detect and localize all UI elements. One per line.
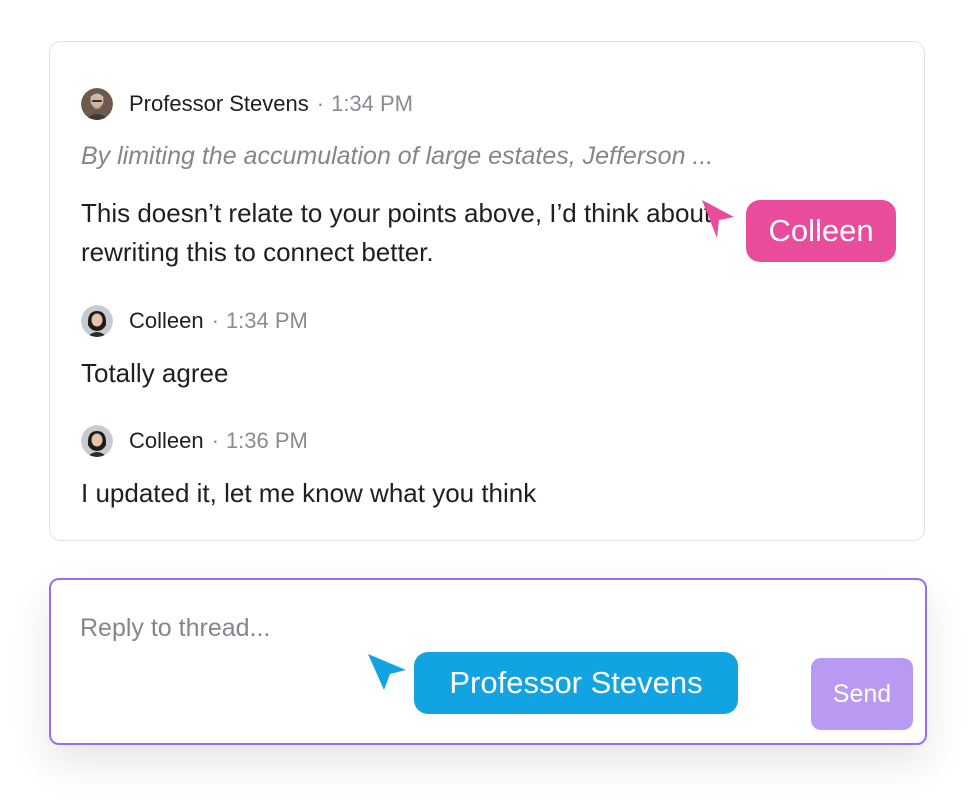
avatar[interactable] (81, 88, 113, 120)
cursor-name-tag: Professor Stevens (414, 652, 738, 714)
separator-dot: · (211, 428, 219, 453)
comment-author: Professor Stevens (129, 91, 309, 116)
send-button[interactable]: Send (811, 658, 913, 730)
comment-item: Colleen · 1:34 PM (81, 304, 308, 338)
cursor-name-tag: Colleen (746, 200, 896, 262)
comment-header: Professor Stevens · 1:34 PM (81, 87, 413, 121)
comment-body-wrapper: I updated it, let me know what you think (81, 474, 536, 513)
cursor-arrow-icon (368, 654, 406, 690)
comment-timestamp: 1:36 PM (225, 428, 308, 453)
comment-body: This doesn’t relate to your points above… (81, 198, 712, 267)
comment-body: Totally agree (81, 358, 229, 388)
separator-dot: · (316, 91, 325, 116)
avatar[interactable] (81, 425, 113, 457)
quoted-text: By limiting the accumulation of large es… (81, 142, 714, 170)
reply-input[interactable] (80, 614, 780, 643)
comment-body-wrapper: This doesn’t relate to your points above… (81, 194, 711, 272)
comment-item: Colleen · 1:36 PM (81, 424, 308, 458)
comment-timestamp: 1:34 PM (331, 91, 414, 116)
cursor-arrow-icon (702, 200, 734, 238)
comment-header: Colleen · 1:36 PM (81, 424, 308, 458)
comment-item: Professor Stevens · 1:34 PM (81, 87, 413, 121)
comment-thread-card: Professor Stevens · 1:34 PM By limiting … (49, 41, 925, 541)
comment-timestamp: 1:34 PM (225, 308, 308, 333)
comment-author: Colleen (129, 428, 204, 453)
comment-author: Colleen (129, 308, 204, 333)
comment-body-wrapper: Totally agree (81, 354, 228, 393)
comment-body: I updated it, let me know what you think (81, 478, 537, 508)
separator-dot: · (211, 308, 219, 333)
avatar[interactable] (81, 305, 113, 337)
comment-header: Colleen · 1:34 PM (81, 304, 308, 338)
